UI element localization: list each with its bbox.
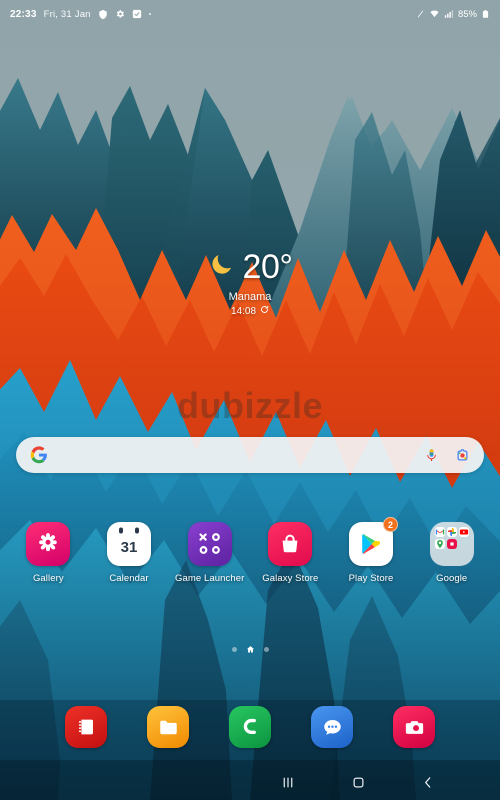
microphone-icon[interactable] [424,448,439,463]
app-grid: Gallery 31 Calendar Game Launcher Galaxy… [0,517,500,584]
calendar-day-number: 31 [121,539,138,556]
app-gallery[interactable]: Gallery [8,522,89,584]
back-icon[interactable] [416,770,440,794]
app-label: Galaxy Store [262,573,319,584]
wifi-icon [429,9,440,19]
app-calendar[interactable]: 31 Calendar [89,522,170,584]
home-icon[interactable] [346,770,370,794]
page-dot-left[interactable] [231,647,237,652]
game-launcher-icon[interactable] [187,522,232,566]
weather-time-label: 14:08 [230,305,257,317]
gallery-icon[interactable] [26,522,71,566]
navigation-bar [0,764,500,800]
maps-icon [434,539,445,549]
app-google-folder[interactable]: Google [411,522,492,584]
notes-icon[interactable] [65,706,107,748]
phone-icon[interactable] [229,706,271,748]
photos-icon [446,527,457,537]
weather-widget[interactable]: 20° Manama 14:08 [0,250,500,317]
refresh-icon[interactable] [260,305,269,317]
youtube-icon [458,527,469,537]
overflow-dot-icon [148,13,151,15]
galaxy-store-icon[interactable] [268,522,313,566]
battery-icon [481,9,490,19]
app-label: Calendar [109,573,149,584]
checkbox-icon [132,9,142,19]
app-label: Game Launcher [174,573,245,584]
home-page-icon[interactable] [246,645,255,654]
app-label: Play Store [348,573,394,584]
status-clock: 22:33 [10,8,37,20]
app-galaxy-store[interactable]: Galaxy Store [250,522,331,584]
google-search-bar[interactable] [16,437,484,473]
recents-icon[interactable] [276,770,300,794]
weather-temperature: 20° [242,248,293,286]
messages-icon[interactable] [311,706,353,748]
calendar-icon[interactable]: 31 [107,522,151,566]
gmail-icon [434,527,445,537]
google-lens-icon[interactable] [455,448,470,463]
page-dot-right[interactable] [263,647,269,652]
slash-icon [416,9,425,19]
app-game-launcher[interactable]: Game Launcher [169,522,250,584]
status-bar-right: 85% [416,9,490,20]
shield-icon [98,9,108,20]
page-indicator[interactable] [0,645,500,654]
status-bar[interactable]: 22:33 Fri, 31 Jan 85% [0,0,500,28]
google-g-icon [30,446,48,464]
camera-icon[interactable] [393,706,435,748]
signal-icon [444,9,454,19]
watermark: dubizzle [177,385,323,426]
dock [0,706,500,748]
battery-percent-label: 85% [457,8,477,20]
app-play-store[interactable]: 2 Play Store [331,517,412,584]
google-folder-icon[interactable] [429,522,474,566]
search-input[interactable] [48,437,424,473]
crescent-moon-icon [208,251,235,283]
app-label: Gallery [32,573,64,584]
weather-time-row: 14:08 [0,305,500,317]
drive-icon [446,539,457,549]
status-bar-left: 22:33 Fri, 31 Jan [10,9,151,20]
weather-main-row: 20° [0,250,500,284]
status-date: Fri, 31 Jan [43,8,91,20]
files-icon[interactable] [147,706,189,748]
notification-badge: 2 [383,517,399,532]
play-store-icon[interactable]: 2 [349,517,399,566]
gear-icon [115,9,125,19]
app-label: Google [436,573,468,584]
weather-city: Manama [228,291,272,303]
